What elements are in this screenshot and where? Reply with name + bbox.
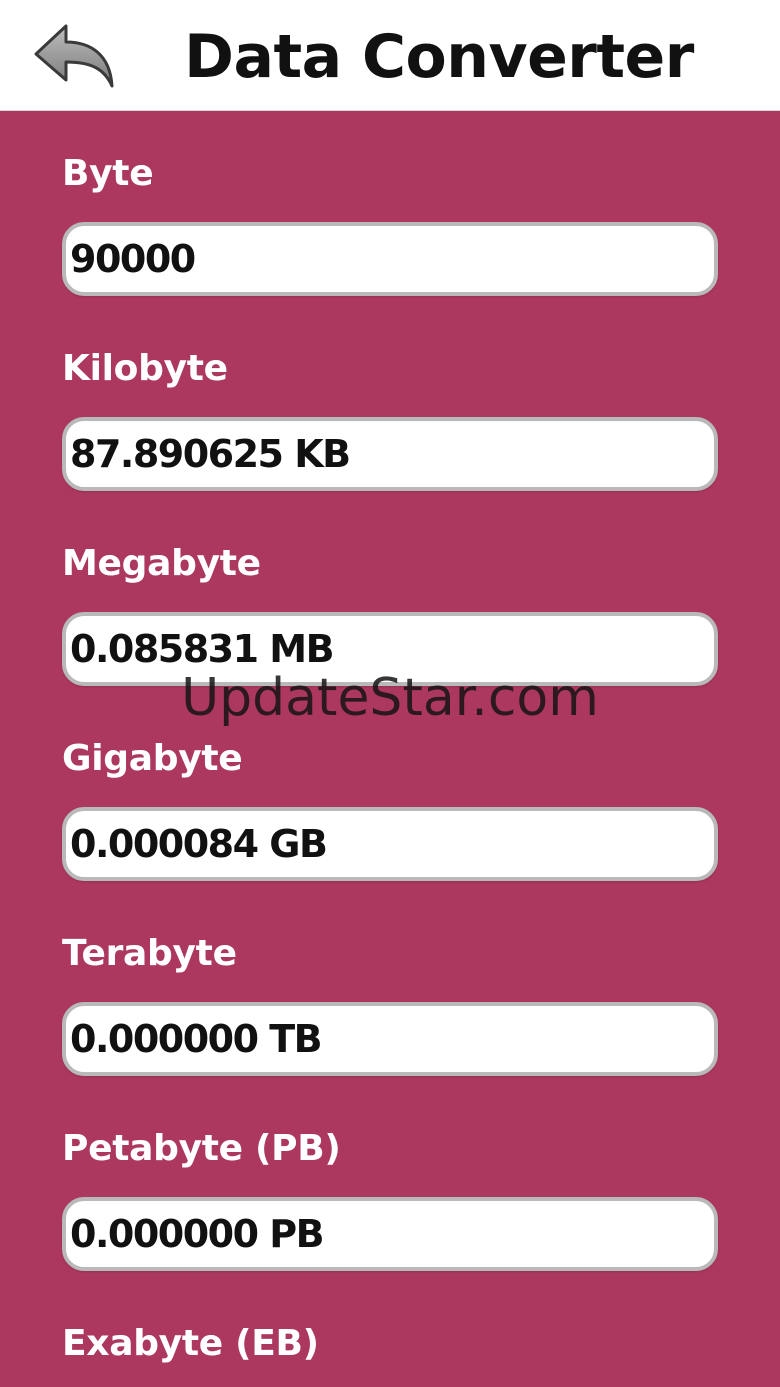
kilobyte-input[interactable]	[62, 417, 718, 491]
petabyte-input[interactable]	[62, 1197, 718, 1271]
header-bar: Data Converter	[0, 0, 780, 111]
byte-label: Byte	[62, 153, 154, 194]
terabyte-label: Terabyte	[62, 933, 237, 974]
terabyte-input[interactable]	[62, 1002, 718, 1076]
byte-input[interactable]	[62, 222, 718, 296]
kilobyte-label: Kilobyte	[62, 348, 228, 389]
gigabyte-label: Gigabyte	[62, 738, 243, 779]
megabyte-label: Megabyte	[62, 543, 261, 584]
megabyte-input[interactable]	[62, 612, 718, 686]
page-title: Data Converter	[184, 22, 694, 92]
petabyte-label: Petabyte (PB)	[62, 1128, 341, 1169]
gigabyte-input[interactable]	[62, 807, 718, 881]
exabyte-label: Exabyte (EB)	[62, 1323, 319, 1364]
